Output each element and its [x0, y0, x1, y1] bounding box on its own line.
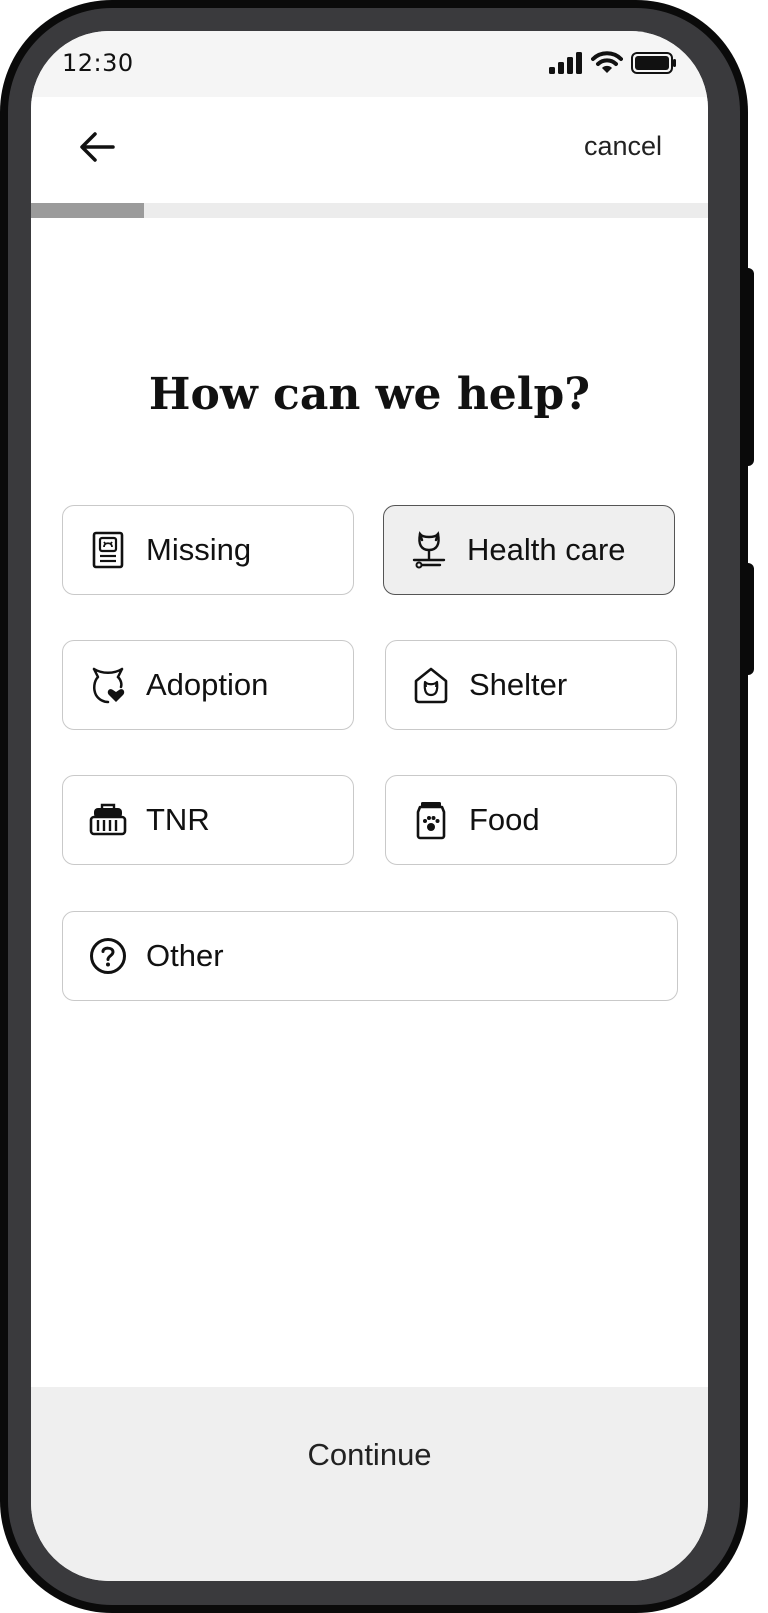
- cancel-button[interactable]: cancel: [584, 131, 662, 162]
- pet-food-bag-icon: [411, 800, 451, 840]
- continue-button[interactable]: Continue: [31, 1437, 708, 1473]
- app-screen: 12:30 cancel How can we help? Missing He…: [31, 31, 708, 1581]
- option-label-health-care: Health care: [467, 532, 626, 567]
- question-circle-icon: [88, 936, 128, 976]
- option-label-food: Food: [469, 802, 540, 837]
- option-health-care[interactable]: Health care: [383, 505, 675, 595]
- back-button[interactable]: [77, 129, 117, 169]
- progress-fill: [31, 203, 145, 218]
- status-time: 12:30: [62, 49, 134, 77]
- power-button: [742, 563, 754, 675]
- option-label-other: Other: [146, 938, 224, 973]
- option-adoption[interactable]: Adoption: [62, 640, 354, 730]
- volume-button: [742, 268, 754, 466]
- option-tnr[interactable]: TNR: [62, 775, 354, 865]
- pet-house-icon: [411, 665, 451, 705]
- option-shelter[interactable]: Shelter: [385, 640, 677, 730]
- progress-bar: [31, 203, 708, 218]
- wifi-icon: [591, 51, 623, 79]
- cat-heart-icon: [88, 665, 128, 705]
- option-label-adoption: Adoption: [146, 667, 269, 702]
- bottom-bar: Continue: [31, 1387, 708, 1581]
- status-icons: [549, 51, 677, 79]
- battery-icon: [631, 52, 677, 78]
- cellular-signal-icon: [549, 52, 583, 78]
- option-food[interactable]: Food: [385, 775, 677, 865]
- arrow-left-icon: [79, 131, 115, 167]
- pet-health-icon: [409, 530, 449, 570]
- option-other[interactable]: Other: [62, 911, 678, 1001]
- missing-poster-icon: [88, 530, 128, 570]
- nav-bar: cancel: [31, 97, 708, 199]
- status-bar: 12:30: [31, 31, 708, 97]
- option-label-missing: Missing: [146, 532, 252, 567]
- option-label-tnr: TNR: [146, 802, 210, 837]
- pet-carrier-icon: [88, 800, 128, 840]
- option-missing[interactable]: Missing: [62, 505, 354, 595]
- option-label-shelter: Shelter: [469, 667, 568, 702]
- page-title: How can we help?: [148, 369, 591, 420]
